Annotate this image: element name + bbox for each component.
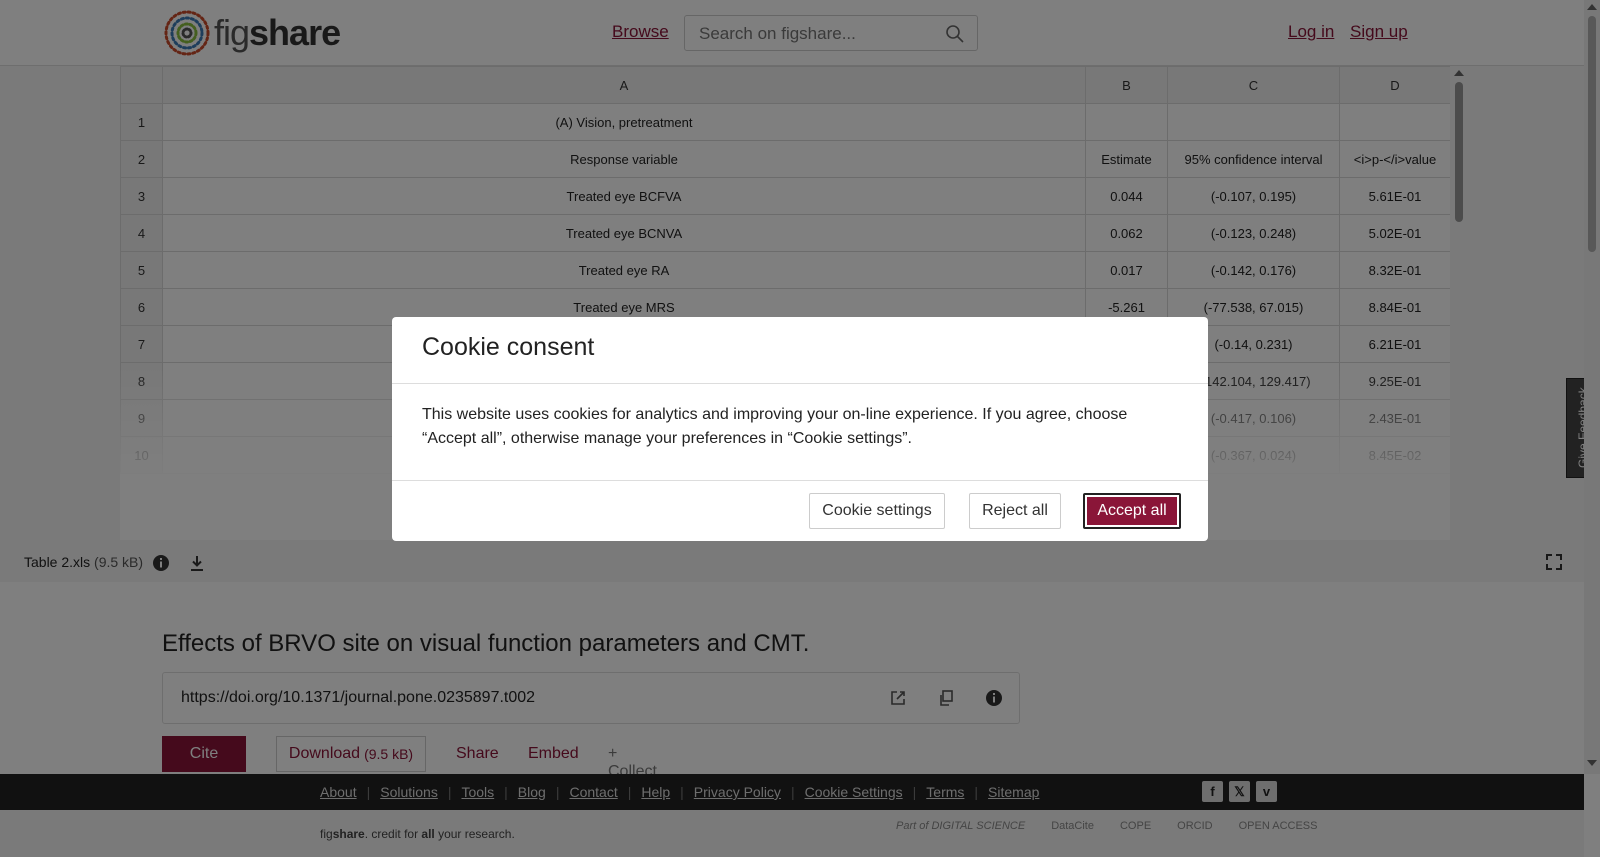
accept-all-button[interactable]: Accept all — [1083, 493, 1181, 529]
modal-overlay: Cookie consent This website uses cookies… — [0, 0, 1600, 857]
cookie-settings-button[interactable]: Cookie settings — [809, 493, 945, 529]
cookie-consent-dialog: Cookie consent This website uses cookies… — [392, 317, 1208, 541]
reject-all-button[interactable]: Reject all — [969, 493, 1061, 529]
divider — [392, 480, 1208, 481]
divider — [392, 383, 1208, 384]
cookie-dialog-title: Cookie consent — [422, 333, 595, 361]
cookie-dialog-body: This website uses cookies for analytics … — [422, 406, 1128, 447]
